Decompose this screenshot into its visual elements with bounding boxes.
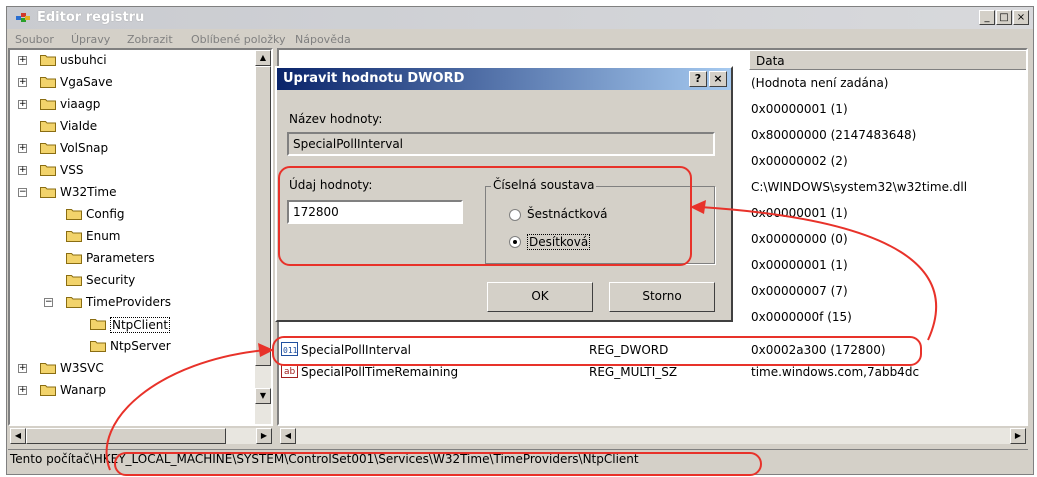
annotation-arrows — [105, 200, 938, 471]
